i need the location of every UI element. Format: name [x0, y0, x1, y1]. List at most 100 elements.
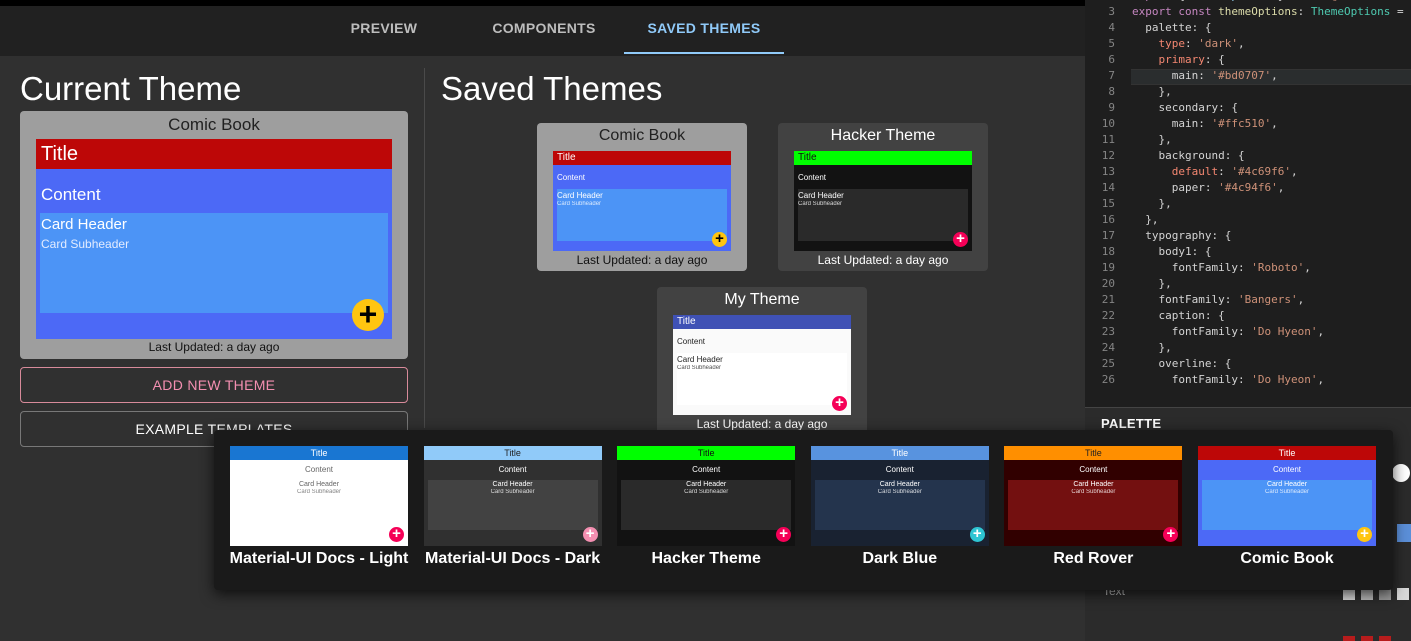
preview-card: Card Header Card Subheader — [1008, 480, 1179, 530]
line-number: 24 — [1101, 341, 1115, 354]
preview-title-bar: Title — [36, 139, 392, 169]
preview-card-subheader: Card Subheader — [490, 489, 535, 495]
preview-content-text: Content — [1272, 465, 1302, 474]
template-option[interactable]: Title Content Card Header Card Subheader… — [1004, 446, 1183, 576]
code-text: paper: '#4c94f6', — [1132, 181, 1285, 194]
template-option[interactable]: Title Content Card Header Card Subheader… — [230, 446, 408, 576]
template-preview: Title Content Card Header Card Subheader… — [810, 446, 989, 546]
preview-card-header: Card Header — [798, 191, 844, 200]
preview-card-subheader: Card Subheader — [1071, 489, 1116, 495]
template-preview: Title Content Card Header Card Subheader… — [230, 446, 408, 546]
preview-card: Card Header Card Subheader — [814, 480, 985, 530]
preview-content-text: Content — [41, 185, 101, 204]
plus-icon[interactable]: + — [1163, 526, 1179, 542]
add-new-theme-button[interactable]: ADD NEW THEME — [20, 367, 408, 403]
line-number: 14 — [1101, 181, 1115, 194]
plus-icon[interactable]: + — [953, 231, 968, 247]
code-text: caption: { — [1132, 309, 1225, 322]
preview-card: Card Header Card Subheader — [40, 213, 388, 313]
plus-icon[interactable]: + — [712, 231, 727, 247]
saved-themes-heading: Saved Themes — [441, 70, 663, 107]
plus-icon[interactable]: + — [389, 526, 404, 542]
code-text: background: { — [1132, 149, 1245, 162]
preview-card: Card Header Card Subheader — [557, 189, 727, 241]
preview-card-header: Card Header — [1266, 481, 1308, 488]
code-text: }, — [1132, 277, 1172, 290]
preview-content-text: Content — [304, 465, 334, 474]
line-number: 13 — [1101, 165, 1115, 178]
template-option[interactable]: Title Content Card Header Card Subheader… — [617, 446, 796, 576]
preview-title-bar: Title — [423, 446, 602, 460]
preview-content-text: Content — [1079, 465, 1108, 474]
color-swatch[interactable] — [1379, 636, 1391, 641]
current-theme-card: Comic Book Title Content Card Header Car… — [20, 111, 408, 359]
plus-icon[interactable]: + — [969, 526, 985, 542]
code-text: }, — [1132, 197, 1172, 210]
template-name: Material-UI Docs - Light — [229, 550, 409, 567]
saved-theme-updated: Last Updated: a day ago — [576, 253, 708, 267]
color-swatch[interactable] — [1361, 636, 1373, 641]
preview-title-bar: Title — [230, 446, 408, 460]
template-option[interactable]: Title Content Card Header Card Subheader… — [423, 446, 602, 576]
preview-title-bar: Title — [1004, 446, 1183, 460]
line-number: 9 — [1108, 101, 1115, 114]
preview-card-header: Card Header — [492, 481, 533, 488]
plus-icon[interactable]: + — [776, 526, 792, 542]
line-number: 10 — [1101, 117, 1115, 130]
plus-icon[interactable]: + — [1357, 526, 1372, 542]
template-option[interactable]: Title Content Card Header Card Subheader… — [810, 446, 989, 576]
code-line: 16 }, — [1085, 213, 1411, 229]
example-templates-popover: Title Content Card Header Card Subheader… — [214, 430, 1393, 590]
current-theme-heading: Current Theme — [20, 70, 242, 107]
saved-theme-card[interactable]: My Theme Title Content Card Header Card … — [657, 287, 867, 435]
color-swatch[interactable] — [1397, 588, 1409, 600]
code-line: 17 typography: { — [1085, 229, 1411, 245]
preview-card: Card Header Card Subheader — [234, 480, 404, 530]
line-number: 2 — [1085, 0, 1115, 2]
line-number: 4 — [1108, 21, 1115, 34]
color-swatch[interactable] — [1397, 524, 1411, 542]
preview-card-header: Card Header — [41, 216, 127, 233]
template-name: Dark Blue — [862, 550, 938, 567]
plus-icon[interactable]: + — [352, 298, 384, 331]
preview-title-bar: Title — [553, 151, 731, 165]
code-line: 4 palette: { — [1085, 21, 1411, 37]
code-text: secondary: { — [1132, 101, 1238, 114]
code-text: import { ThemeOptions } from '@material-… — [1132, 0, 1411, 2]
code-text: fontFamily: 'Bangers', — [1132, 293, 1305, 306]
saved-theme-updated: Last Updated: a day ago — [696, 417, 828, 431]
slider-knob[interactable] — [1392, 464, 1410, 482]
code-line: 26 fontFamily: 'Do Hyeon', — [1085, 373, 1411, 389]
code-line: 13 default: '#4c69f6', — [1085, 165, 1411, 181]
preview-card-subheader: Card Subheader — [41, 237, 130, 251]
tab-components[interactable]: COMPONENTS — [464, 6, 624, 56]
code-line: 6 primary: { — [1085, 53, 1411, 69]
line-number: 18 — [1101, 245, 1115, 258]
code-line: 25 overline: { — [1085, 357, 1411, 373]
preview-card-header: Card Header — [879, 481, 920, 488]
line-number: 21 — [1101, 293, 1115, 306]
plus-icon[interactable]: + — [832, 395, 847, 411]
tab-saved-themes[interactable]: SAVED THEMES — [624, 6, 784, 56]
preview-card-header: Card Header — [686, 481, 727, 488]
code-text: fontFamily: 'Roboto', — [1132, 261, 1311, 274]
preview-card-subheader: Card Subheader — [677, 365, 722, 371]
line-number: 12 — [1101, 149, 1115, 162]
code-line: 23 fontFamily: 'Do Hyeon', — [1085, 325, 1411, 341]
template-option[interactable]: Title Content Card Header Card Subheader… — [1198, 446, 1376, 576]
code-line: 10 main: '#ffc510', — [1085, 117, 1411, 133]
code-line: 7 main: '#bd0707', — [1085, 69, 1411, 85]
code-line: 21 fontFamily: 'Bangers', — [1085, 293, 1411, 309]
code-text: main: '#ffc510', — [1132, 117, 1278, 130]
preview-title-bar: Title — [617, 446, 796, 460]
code-editor[interactable]: 2 import { ThemeOptions } from '@material… — [1085, 0, 1411, 407]
preview-content-text: Content — [677, 337, 706, 346]
plus-icon[interactable]: + — [582, 526, 598, 542]
preview-card: Card Header Card Subheader — [1202, 480, 1372, 530]
saved-theme-card[interactable]: Hacker Theme Title Content Card Header C… — [778, 123, 988, 271]
template-preview: Title Content Card Header Card Subheader… — [1004, 446, 1183, 546]
tab-preview[interactable]: PREVIEW — [304, 6, 464, 56]
saved-theme-card[interactable]: Comic Book Title Content Card Header Car… — [537, 123, 747, 271]
color-swatch[interactable] — [1343, 636, 1355, 641]
line-number: 22 — [1101, 309, 1115, 322]
